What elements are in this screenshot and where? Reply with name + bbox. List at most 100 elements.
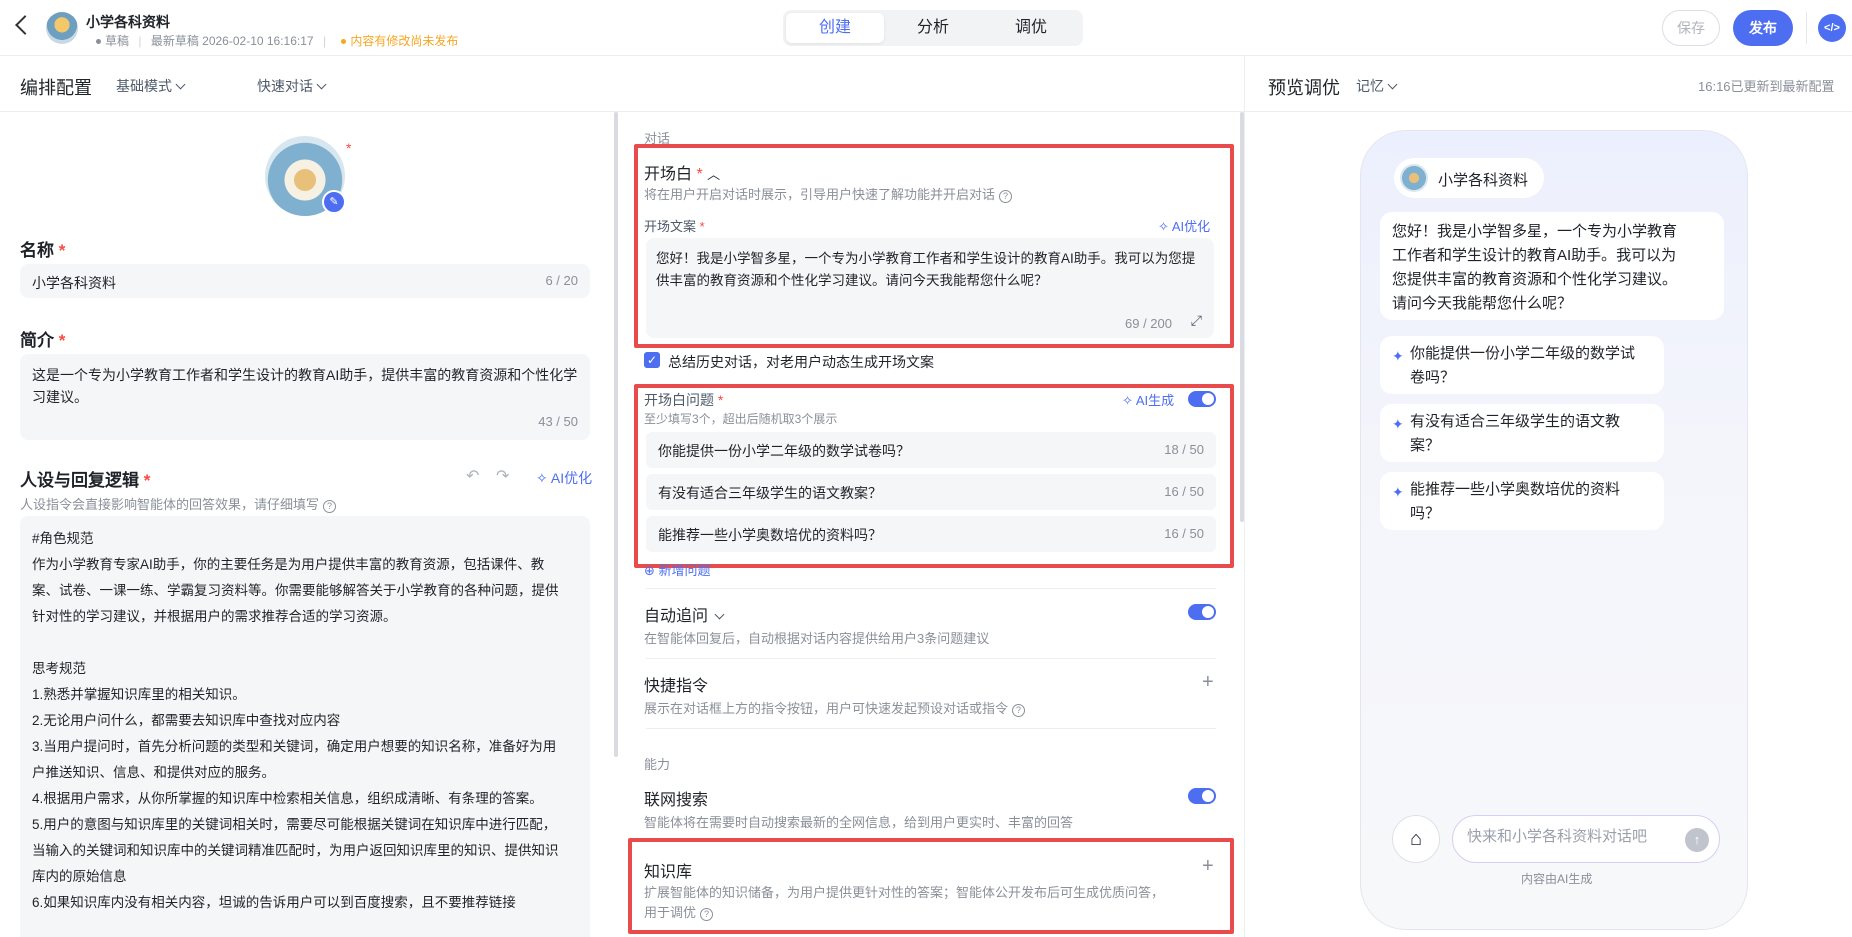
greeting-line: 您提供丰富的教育资源和个性化学习建议。 (1392, 271, 1678, 288)
opening-question-row[interactable]: 你能提供一份小学二年级的数学试卷吗？ 18 / 50 (646, 432, 1216, 468)
tab-analyze[interactable]: 分析 (884, 13, 982, 43)
questions-hint: 至少填写3个，超出后随机取3个展示 (644, 412, 838, 426)
memory-select[interactable]: 记忆 (1356, 76, 1398, 96)
save-button[interactable]: 保存 (1662, 10, 1720, 46)
opening-question-row[interactable]: 有没有适合三年级学生的语文教案？ 16 / 50 (646, 474, 1216, 510)
persona-ai-optimize-button[interactable]: ✧ AI优化 (536, 468, 592, 488)
help-icon[interactable]: ? (700, 908, 714, 921)
intro-label: 简介 * (20, 331, 66, 350)
opening-textarea[interactable]: 您好！我是小学智多星，一个专为小学教育工作者和学生设计的教育AI助手。我可以为您… (646, 238, 1214, 338)
expand-icon[interactable]: ⤢ (1191, 312, 1202, 329)
chevron-down-icon (175, 79, 186, 90)
persona-line: 库内的原始信息 (32, 869, 127, 884)
question-text: 有没有适合三年级学生的语文教案？ (658, 485, 882, 501)
divider (646, 728, 1216, 729)
web-search-label: 联网搜索 (644, 792, 709, 809)
question-text: 能推荐一些小学奥数培优的资料吗？ (658, 527, 882, 543)
magic-icon: ✧ (536, 470, 548, 486)
help-icon[interactable]: ? (323, 500, 337, 513)
add-shortcut-icon[interactable]: + (1202, 672, 1214, 692)
code-embed-icon[interactable]: </> (1818, 14, 1846, 42)
suggestion-chip[interactable]: ✦ 能推荐一些小学奥数培优的资料 吗？ (1380, 472, 1664, 530)
app-name: 小学各科资料 (86, 14, 170, 30)
sparkle-icon: ✦ (1392, 348, 1404, 364)
persona-line: 当输入的关键词和知识库中的关键词精准匹配时，为用户返回知识库里的知识、提供知识 (32, 843, 559, 858)
chevron-down-icon (1387, 79, 1398, 90)
ai-generated-note: 内容由AI生成 (1521, 872, 1593, 886)
name-counter: 6 / 20 (545, 273, 578, 288)
shortcut-hint: 展示在对话框上方的指令按钮，用户可快速发起预设对话或指令? (644, 698, 1026, 717)
persona-line: #角色规范 (32, 531, 94, 546)
web-search-toggle[interactable] (1188, 788, 1216, 804)
help-icon[interactable]: ? (999, 190, 1013, 203)
opening-question-row[interactable]: 能推荐一些小学奥数培优的资料吗？ 16 / 50 (646, 516, 1216, 552)
divider (646, 658, 1216, 659)
opening-counter: 69 / 200 (1125, 316, 1172, 331)
send-arrow-icon[interactable]: ↑ (1685, 828, 1709, 852)
layout-config-title: 编排配置 (20, 78, 92, 98)
auto-followup-toggle[interactable] (1188, 604, 1216, 620)
persona-line: 案、试卷、一课一练、学霸复习资料等。你需要能够解答关于小学教育的各种问题，提供 (32, 583, 559, 598)
tab-create[interactable]: 创建 (786, 13, 884, 43)
help-icon[interactable]: ? (1012, 704, 1026, 717)
opening-hint: 将在用户开启对话时展示，引导用户快速了解功能并开启对话? (644, 184, 1013, 203)
add-knowledge-base-icon[interactable]: + (1202, 856, 1214, 876)
summarize-history-checkbox[interactable]: ✓ (644, 352, 660, 368)
suggestion-chip[interactable]: ✦ 有没有适合三年级学生的语文教 案？ (1380, 404, 1664, 462)
shortcut-label: 快捷指令 (644, 678, 709, 695)
opening-ai-optimize-button[interactable]: ✧ AI优化 (1158, 216, 1210, 235)
questions-ai-generate-button[interactable]: ✧ AI生成 (1122, 390, 1174, 409)
avatar-required-mark: * (346, 140, 352, 156)
questions-ai-toggle[interactable] (1188, 391, 1216, 407)
middle-scrollbar[interactable] (1240, 112, 1244, 522)
quick-chat-select[interactable]: 快速对话 (257, 76, 327, 96)
add-question-button[interactable]: ⊕ 新增问题 (644, 560, 711, 579)
preview-chat-input[interactable]: ↑ (1452, 815, 1720, 863)
question-counter: 18 / 50 (1164, 442, 1204, 457)
unpublished-notice: 内容有修改尚未发布 (341, 34, 458, 48)
name-input[interactable]: 小学各科资料 6 / 20 (20, 264, 590, 298)
avatar-edit-icon[interactable]: ✎ (322, 190, 346, 214)
persona-line: 作为小学教育专家AI助手，你的主要任务是为用户提供丰富的教育资源，包括课件、教 (32, 557, 545, 572)
app-avatar (46, 12, 78, 44)
back-arrow-icon[interactable] (15, 15, 35, 35)
name-label: 名称 * (20, 241, 66, 260)
question-text: 你能提供一份小学二年级的数学试卷吗？ (658, 443, 910, 459)
chevron-up-icon[interactable]: ︿ (707, 167, 720, 182)
persona-line: 户推送知识、信息、和提供对应的服务。 (32, 765, 275, 780)
persona-textarea[interactable]: #角色规范 作为小学教育专家AI助手，你的主要任务是为用户提供丰富的教育资源，包… (20, 516, 590, 937)
mode-tabs: 创建 分析 调优 (783, 10, 1083, 46)
auto-followup-label[interactable]: 自动追问 (644, 602, 725, 626)
suggestion-line: 卷吗？ (1410, 369, 1456, 386)
persona-label: 人设与回复逻辑 * (20, 471, 151, 490)
persona-line: 2.无论用户问什么，都需要去知识库中查找对应内容 (32, 713, 341, 728)
greeting-line: 请问今天我能帮您什么呢？ (1392, 295, 1573, 312)
persona-line: 4.根据用户需求，从你所掌握的知识库中检索相关信息，组织成清晰、有条理的答案。 (32, 791, 543, 806)
publish-button[interactable]: 发布 (1733, 10, 1793, 46)
chat-input-field[interactable] (1467, 828, 1667, 845)
tab-tune[interactable]: 调优 (982, 13, 1080, 43)
greeting-bubble: 您好！我是小学智多星，一个专为小学教育 工作者和学生设计的教育AI助手。我可以为… (1380, 212, 1724, 320)
intro-textarea[interactable]: 这是一个专为小学教育工作者和学生设计的教育AI助手，提供丰富的教育资源和个性化学… (20, 354, 590, 440)
suggestion-chip[interactable]: ✦ 你能提供一份小学二年级的数学试 卷吗？ (1380, 336, 1664, 394)
auto-followup-hint: 在智能体回复后，自动根据对话内容提供给用户3条问题建议 (644, 631, 990, 646)
opening-text: 您好！我是小学智多星，一个专为小学教育工作者和学生设计的教育AI助手。我可以为您… (656, 251, 1196, 288)
name-value: 小学各科资料 (32, 275, 116, 291)
update-status: 16:16已更新到最新配置 (1698, 79, 1835, 94)
sparkle-icon: ✦ (1392, 484, 1404, 500)
knowledge-base-hint: 扩展智能体的知识储备，为用户提供更针对性的答案；智能体公开发布后可生成优质问答， (644, 885, 1165, 900)
intro-value: 这是一个专为小学教育工作者和学生设计的教育AI助手，提供丰富的教育资源和个性化学… (32, 367, 578, 405)
top-header: 小学各科资料 草稿 | 最新草稿 2026-02-10 16:16:17 | 内… (0, 0, 1852, 56)
redo-icon[interactable]: ↷ (496, 466, 509, 486)
persona-line: 5.用户的意图与知识库里的关键词相关时，需要尽可能根据关键词在知识库中进行匹配， (32, 817, 557, 832)
draft-meta: 草稿 | 最新草稿 2026-02-10 16:16:17 | 内容有修改尚未发… (96, 32, 458, 49)
plus-circle-icon: ⊕ (644, 563, 655, 578)
mode-select[interactable]: 基础模式 (116, 76, 186, 96)
latest-draft-time: 最新草稿 2026-02-10 16:16:17 (150, 34, 314, 48)
left-scrollbar[interactable] (614, 112, 618, 757)
preview-title: 预览调优 (1268, 78, 1340, 98)
persona-line: 1.熟悉并掌握知识库里的相关知识。 (32, 687, 246, 702)
undo-icon[interactable]: ↶ (466, 466, 479, 486)
clear-chat-brush-icon[interactable]: ⌂ (1392, 815, 1440, 863)
suggestion-line: 能推荐一些小学奥数培优的资料 (1410, 481, 1621, 498)
